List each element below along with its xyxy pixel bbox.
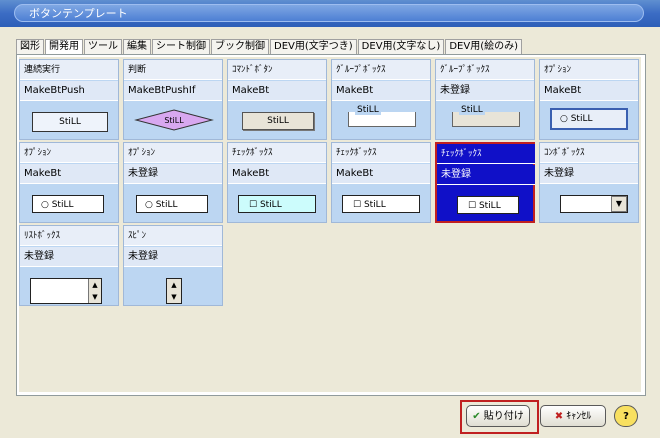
- card-name: ﾁｪｯｸﾎﾞｯｸｽ: [332, 143, 430, 163]
- card-name: ｵﾌﾟｼｮﾝ: [124, 143, 222, 163]
- card-name: ｸﾞﾙｰﾌﾟﾎﾞｯｸｽ: [332, 60, 430, 80]
- sample-group-box: StiLL: [348, 105, 416, 127]
- check-icon: ✔: [472, 411, 481, 422]
- card-name: ﾁｪｯｸﾎﾞｯｸｽ: [437, 144, 535, 164]
- card-name: 判断: [124, 60, 222, 80]
- radio-icon: ○: [560, 114, 571, 124]
- sample-option-button: ○ StiLL: [32, 195, 104, 213]
- dropdown-arrow-icon: ▼: [611, 196, 627, 212]
- tab-sheet-control[interactable]: シート制御: [152, 39, 210, 54]
- template-card[interactable]: ｸﾞﾙｰﾌﾟﾎﾞｯｸｽ MakeBt StiLL: [331, 59, 431, 140]
- sample-group-box: StiLL: [452, 105, 520, 127]
- card-macro: 未登録: [436, 81, 534, 101]
- sample-list-box: ▲ ▼: [30, 278, 102, 304]
- card-name: ｵﾌﾟｼｮﾝ: [540, 60, 638, 80]
- tab-dev-no-text[interactable]: DEV用(文字なし): [357, 39, 445, 54]
- card-name: ｸﾞﾙｰﾌﾟﾎﾞｯｸｽ: [436, 60, 534, 80]
- help-button[interactable]: ?: [614, 405, 638, 427]
- card-name: ｺﾏﾝﾄﾞﾎﾞﾀﾝ: [228, 60, 326, 80]
- paste-button[interactable]: ✔ 貼り付け: [466, 405, 530, 427]
- template-card[interactable]: ｵﾌﾟｼｮﾝ 未登録 ○ StiLL: [123, 142, 223, 223]
- scroll-arrows-icon: ▲ ▼: [88, 279, 101, 303]
- svg-text:StiLL: StiLL: [164, 116, 184, 125]
- tab-dev[interactable]: 開発用: [45, 39, 83, 54]
- template-card[interactable]: ｸﾞﾙｰﾌﾟﾎﾞｯｸｽ 未登録 StiLL: [435, 59, 535, 140]
- template-card[interactable]: ｵﾌﾟｼｮﾝ MakeBt ○ StiLL: [539, 59, 639, 140]
- card-macro: MakeBt: [332, 81, 430, 101]
- radio-icon: ○: [41, 200, 52, 210]
- card-macro: MakeBt: [20, 164, 118, 184]
- sample-option-button: ○ StiLL: [550, 108, 628, 130]
- card-name: ｺﾝﾎﾞﾎﾞｯｸｽ: [540, 143, 638, 163]
- checkbox-icon: ☐: [249, 200, 260, 210]
- close-icon: ✖: [554, 411, 564, 422]
- sample-command-button: StiLL: [242, 112, 314, 130]
- card-macro: MakeBtPushIf: [124, 81, 222, 101]
- help-icon: ?: [623, 411, 629, 422]
- card-macro: 未登録: [437, 165, 535, 185]
- card-macro: MakeBt: [228, 81, 326, 101]
- template-card[interactable]: 判断 MakeBtPushIf StiLL: [123, 59, 223, 140]
- tab-strip: 図形 開発用 ツール 編集 シート制御 ブック制御 DEV用(文字つき) DEV…: [16, 39, 523, 54]
- template-card[interactable]: ｵﾌﾟｼｮﾝ MakeBt ○ StiLL: [19, 142, 119, 223]
- sample-spin-button: ▲ ▼: [166, 278, 182, 304]
- card-macro: MakeBtPush: [20, 81, 118, 101]
- template-card[interactable]: ﾁｪｯｸﾎﾞｯｸｽ MakeBt ☐ StiLL: [331, 142, 431, 223]
- template-card[interactable]: 連続実行 MakeBtPush StiLL: [19, 59, 119, 140]
- sample-combo-box: ▼: [560, 195, 628, 213]
- card-macro: 未登録: [20, 247, 118, 267]
- card-macro: 未登録: [540, 164, 638, 184]
- diamond-sample-icon: StiLL: [134, 109, 214, 131]
- checkbox-icon: ☐: [353, 200, 364, 210]
- card-macro: MakeBt: [228, 164, 326, 184]
- card-name: 連続実行: [20, 60, 118, 80]
- template-card[interactable]: ｺﾏﾝﾄﾞﾎﾞﾀﾝ MakeBt StiLL: [227, 59, 327, 140]
- card-name: ｵﾌﾟｼｮﾝ: [20, 143, 118, 163]
- title-bar[interactable]: ボタンテンプレート: [0, 0, 660, 27]
- card-macro: 未登録: [124, 164, 222, 184]
- window-title: ボタンテンプレート: [14, 4, 644, 22]
- dialog-window: ボタンテンプレート 図形 開発用 ツール 編集 シート制御 ブック制御 DEV用…: [0, 0, 660, 438]
- tab-dev-picture-only[interactable]: DEV用(絵のみ): [445, 39, 523, 54]
- tab-shapes[interactable]: 図形: [16, 39, 44, 54]
- cancel-button[interactable]: ✖ ｷｬﾝｾﾙ: [540, 405, 606, 427]
- tab-tools[interactable]: ツール: [84, 39, 122, 54]
- card-name: ﾁｪｯｸﾎﾞｯｸｽ: [228, 143, 326, 163]
- sample-option-button: ○ StiLL: [136, 195, 208, 213]
- tab-edit[interactable]: 編集: [123, 39, 151, 54]
- template-card-selected[interactable]: ﾁｪｯｸﾎﾞｯｸｽ 未登録 ☐ StiLL: [435, 142, 535, 223]
- card-name: ｽﾋﾟﾝ: [124, 226, 222, 246]
- template-card[interactable]: ｽﾋﾟﾝ 未登録 ▲ ▼: [123, 225, 223, 306]
- card-macro: MakeBt: [540, 81, 638, 101]
- checkbox-icon: ☐: [468, 201, 479, 211]
- tab-book-control[interactable]: ブック制御: [211, 39, 269, 54]
- sample-checkbox: ☐ StiLL: [342, 195, 420, 213]
- sample-checkbox: ☐ StiLL: [457, 196, 519, 214]
- template-card[interactable]: ﾘｽﾄﾎﾞｯｸｽ 未登録 ▲ ▼: [19, 225, 119, 306]
- tab-dev-with-text[interactable]: DEV用(文字つき): [270, 39, 357, 54]
- template-card[interactable]: ｺﾝﾎﾞﾎﾞｯｸｽ 未登録 ▼: [539, 142, 639, 223]
- card-macro: 未登録: [124, 247, 222, 267]
- template-grid: 連続実行 MakeBtPush StiLL 判断 MakeBtPushIf St…: [19, 57, 641, 392]
- template-card[interactable]: ﾁｪｯｸﾎﾞｯｸｽ MakeBt ☐ StiLL: [227, 142, 327, 223]
- radio-icon: ○: [145, 200, 156, 210]
- card-macro: MakeBt: [332, 164, 430, 184]
- template-panel: 連続実行 MakeBtPush StiLL 判断 MakeBtPushIf St…: [16, 54, 646, 396]
- sample-push-button: StiLL: [32, 112, 108, 132]
- sample-checkbox: ☐ StiLL: [238, 195, 316, 213]
- card-name: ﾘｽﾄﾎﾞｯｸｽ: [20, 226, 118, 246]
